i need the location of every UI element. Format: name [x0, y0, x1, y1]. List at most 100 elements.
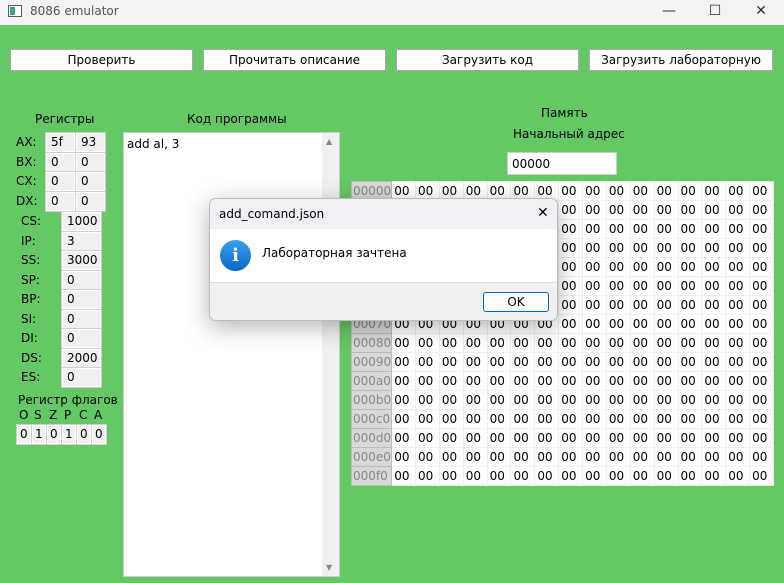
memory-cell[interactable]: 00 [749, 409, 774, 429]
ok-button[interactable]: OK [483, 292, 549, 312]
memory-cell[interactable]: 00 [749, 390, 774, 410]
memory-cell[interactable]: 00 [677, 447, 703, 467]
maximize-button[interactable]: ☐ [692, 0, 738, 25]
memory-cell[interactable]: 00 [605, 276, 631, 296]
memory-cell[interactable]: 00 [725, 352, 751, 372]
memory-cell[interactable]: 00 [653, 371, 679, 391]
memory-cell[interactable]: 00 [629, 333, 655, 353]
memory-cell[interactable]: 00 [415, 352, 440, 372]
memory-cell[interactable]: 00 [629, 409, 655, 429]
memory-cell[interactable]: 00 [605, 466, 631, 486]
memory-cell[interactable]: 00 [653, 333, 679, 353]
memory-cell[interactable]: 00 [558, 295, 584, 315]
memory-cell[interactable]: 00 [701, 257, 727, 277]
memory-cell[interactable]: 00 [677, 466, 703, 486]
memory-cell[interactable]: 00 [534, 466, 560, 486]
memory-cell[interactable]: 00 [629, 447, 655, 467]
minimize-button[interactable]: — [646, 0, 692, 25]
register-value[interactable]: 0 [61, 308, 102, 330]
scroll-up-icon[interactable]: ▲ [326, 137, 332, 146]
memory-cell[interactable]: 00 [415, 390, 440, 410]
memory-cell[interactable]: 00 [486, 390, 512, 410]
memory-cell[interactable]: 00 [749, 238, 774, 258]
scroll-down-icon[interactable]: ▼ [326, 563, 332, 572]
memory-cell[interactable]: 00 [462, 447, 488, 467]
memory-cell[interactable]: 00 [558, 314, 584, 334]
memory-cell[interactable]: 00 [749, 219, 774, 239]
memory-cell[interactable]: 00 [415, 333, 440, 353]
memory-cell[interactable]: 00 [629, 314, 655, 334]
memory-cell[interactable]: 00 [534, 390, 560, 410]
memory-cell[interactable]: 00 [510, 428, 536, 448]
memory-cell[interactable]: 00 [629, 466, 655, 486]
memory-cell[interactable]: 00 [701, 466, 727, 486]
memory-cell[interactable]: 00 [677, 314, 703, 334]
read-description-button[interactable]: Прочитать описание [203, 49, 386, 71]
memory-cell[interactable]: 00 [725, 466, 751, 486]
memory-cell[interactable]: 00 [582, 409, 607, 429]
memory-cell[interactable]: 00 [677, 257, 703, 277]
memory-cell[interactable]: 00 [582, 181, 607, 201]
memory-cell[interactable]: 00 [701, 314, 727, 334]
memory-cell[interactable]: 00 [391, 371, 417, 391]
memory-cell[interactable]: 00 [653, 295, 679, 315]
memory-cell[interactable]: 00 [725, 333, 751, 353]
memory-cell[interactable]: 00 [749, 257, 774, 277]
memory-cell[interactable]: 00 [701, 238, 727, 258]
memory-cell[interactable]: 00 [701, 371, 727, 391]
memory-cell[interactable]: 00 [605, 371, 631, 391]
memory-cell[interactable]: 00 [438, 333, 464, 353]
flag-value[interactable]: 0 [16, 424, 32, 445]
memory-cell[interactable]: 00 [462, 390, 488, 410]
memory-cell[interactable]: 00 [391, 409, 417, 429]
register-high-byte[interactable]: 5f [45, 132, 76, 153]
memory-cell[interactable]: 00 [462, 428, 488, 448]
memory-cell[interactable]: 00 [582, 371, 607, 391]
memory-cell[interactable]: 00 [534, 428, 560, 448]
register-value[interactable]: 0 [61, 328, 102, 349]
memory-cell[interactable]: 00 [605, 219, 631, 239]
memory-cell[interactable]: 00 [629, 371, 655, 391]
register-low-byte[interactable]: 0 [75, 190, 106, 212]
memory-cell[interactable]: 00 [558, 447, 584, 467]
memory-cell[interactable]: 00 [701, 428, 727, 448]
memory-cell[interactable]: 00 [653, 181, 679, 201]
memory-cell[interactable]: 00 [534, 352, 560, 372]
memory-cell[interactable]: 00 [629, 200, 655, 220]
memory-cell[interactable]: 00 [605, 333, 631, 353]
memory-cell[interactable]: 00 [605, 314, 631, 334]
memory-cell[interactable]: 00 [605, 200, 631, 220]
memory-cell[interactable]: 00 [749, 447, 774, 467]
memory-cell[interactable]: 00 [462, 371, 488, 391]
memory-cell[interactable]: 00 [486, 371, 512, 391]
register-value[interactable]: 0 [61, 367, 102, 388]
memory-cell[interactable]: 00 [629, 257, 655, 277]
memory-cell[interactable]: 00 [677, 409, 703, 429]
memory-cell[interactable]: 00 [534, 409, 560, 429]
memory-cell[interactable]: 00 [438, 390, 464, 410]
memory-cell[interactable]: 00 [415, 447, 440, 467]
memory-cell[interactable]: 00 [653, 257, 679, 277]
memory-cell[interactable]: 00 [391, 428, 417, 448]
memory-cell[interactable]: 00 [510, 466, 536, 486]
flag-value[interactable]: 0 [91, 424, 107, 445]
memory-cell[interactable]: 00 [558, 333, 584, 353]
load-code-button[interactable]: Загрузить код [396, 49, 579, 71]
memory-cell[interactable]: 00 [582, 352, 607, 372]
memory-cell[interactable]: 00 [510, 333, 536, 353]
memory-cell[interactable]: 00 [582, 428, 607, 448]
memory-cell[interactable]: 00 [725, 276, 751, 296]
memory-cell[interactable]: 00 [510, 352, 536, 372]
memory-cell[interactable]: 00 [391, 466, 417, 486]
memory-cell[interactable]: 00 [605, 447, 631, 467]
memory-cell[interactable]: 00 [749, 333, 774, 353]
memory-cell[interactable]: 00 [558, 371, 584, 391]
memory-cell[interactable]: 00 [701, 295, 727, 315]
memory-cell[interactable]: 00 [558, 181, 584, 201]
close-window-button[interactable]: ✕ [738, 0, 784, 25]
memory-cell[interactable]: 00 [534, 333, 560, 353]
memory-cell[interactable]: 00 [510, 409, 536, 429]
register-value[interactable]: 1000 [61, 211, 102, 232]
memory-cell[interactable]: 00 [653, 428, 679, 448]
check-button[interactable]: Проверить [10, 49, 193, 71]
